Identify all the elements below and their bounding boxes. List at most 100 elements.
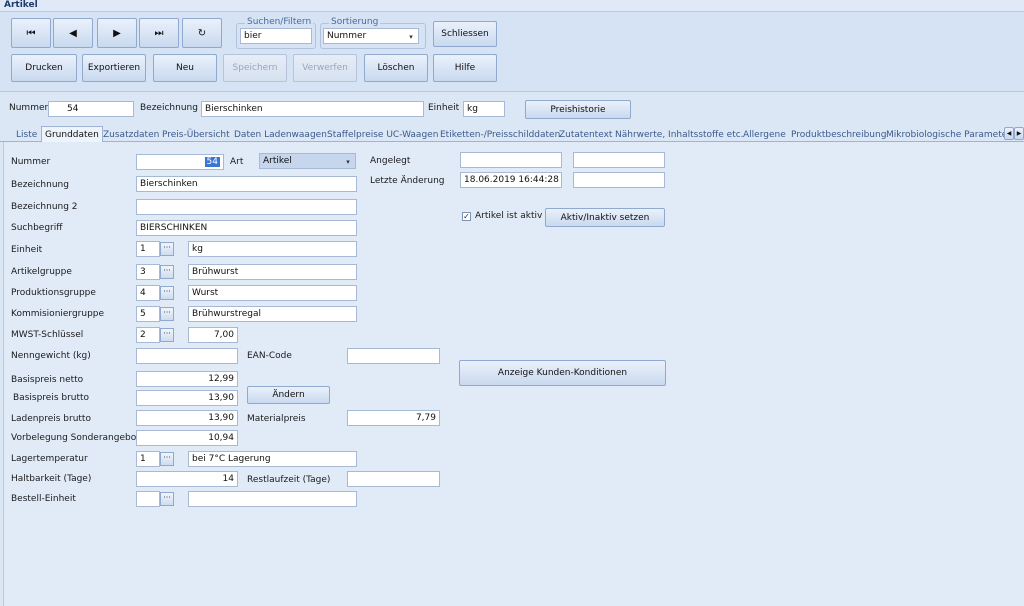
tab-liste[interactable]: Liste <box>13 127 40 142</box>
produktionsgruppe-label: Produktionsgruppe <box>11 288 96 298</box>
lagertemperatur-lookup-button[interactable]: ··· <box>160 452 174 466</box>
einheit-lookup-button[interactable]: ··· <box>160 242 174 256</box>
basispreis-netto-field[interactable]: 12,99 <box>136 371 238 387</box>
ladenpreis-brutto-field[interactable]: 13,90 <box>136 410 238 426</box>
bezeichnung2-field[interactable] <box>136 199 357 215</box>
bezeichnung2-label: Bezeichnung 2 <box>11 202 78 212</box>
aendern-button[interactable]: Ändern <box>247 386 330 404</box>
einheit-text-field[interactable]: kg <box>188 241 357 257</box>
art-label: Art <box>230 157 244 167</box>
previous-record-button[interactable]: ◀ <box>53 18 93 48</box>
tab-staffelpreise[interactable]: Staffelpreise UC-Waagen <box>324 127 441 142</box>
tab-produktbeschreibung[interactable]: Produktbeschreibung <box>788 127 889 142</box>
kommissioniergruppe-lookup-button[interactable]: ··· <box>160 307 174 321</box>
title-bar: Artikel <box>0 0 1024 12</box>
restlaufzeit-label: Restlaufzeit (Tage) <box>247 475 331 485</box>
tab-zusatzdaten[interactable]: Zusatzdaten <box>100 127 162 142</box>
bestell-einheit-text-field[interactable] <box>188 491 357 507</box>
print-button[interactable]: Drucken <box>11 54 77 82</box>
restlaufzeit-field[interactable] <box>347 471 440 487</box>
letzte-aenderung-field-1[interactable]: 18.06.2019 16:44:28 <box>460 172 562 188</box>
first-icon: ⏮ <box>26 27 36 39</box>
angelegt-field-2[interactable] <box>573 152 665 168</box>
help-button[interactable]: Hilfe <box>433 54 497 82</box>
tab-scroll-left-button[interactable]: ◀ <box>1004 127 1014 140</box>
lagertemperatur-code-field[interactable]: 1 <box>136 451 160 467</box>
delete-button[interactable]: Löschen <box>364 54 428 82</box>
bestell-einheit-lookup-button[interactable]: ··· <box>160 492 174 506</box>
art-select[interactable]: Artikel ▾ <box>259 153 356 169</box>
next-record-button[interactable]: ▶ <box>97 18 137 48</box>
mwst-lookup-button[interactable]: ··· <box>160 328 174 342</box>
artikelgruppe-code-field[interactable]: 3 <box>136 264 160 280</box>
produktionsgruppe-lookup-button[interactable]: ··· <box>160 286 174 300</box>
letzte-aenderung-label: Letzte Änderung <box>370 176 445 186</box>
artikelgruppe-lookup-button[interactable]: ··· <box>160 265 174 279</box>
bezeichnung-field[interactable]: Bierschinken <box>136 176 357 192</box>
tab-preis-uebersicht[interactable]: Preis-Übersicht <box>159 127 233 142</box>
header-bezeichnung-field[interactable]: Bierschinken <box>201 101 424 117</box>
header-einheit-field[interactable]: kg <box>463 101 505 117</box>
header-bezeichnung-label: Bezeichnung <box>140 103 198 113</box>
kommissioniergruppe-code-field[interactable]: 5 <box>136 306 160 322</box>
angelegt-field-1[interactable] <box>460 152 562 168</box>
vorbelegung-field[interactable]: 10,94 <box>136 430 238 446</box>
suchbegriff-label: Suchbegriff <box>11 223 63 233</box>
basispreis-brutto-label: Basispreis brutto <box>13 393 90 403</box>
haltbarkeit-field[interactable]: 14 <box>136 471 238 487</box>
aktiv-inaktiv-button[interactable]: Aktiv/Inaktiv setzen <box>545 208 665 227</box>
materialpreis-field[interactable]: 7,79 <box>347 410 440 426</box>
sort-select[interactable]: Nummer ▾ <box>323 28 419 44</box>
aktiv-checkbox[interactable]: ✓ <box>462 212 471 221</box>
search-group-title: Suchen/Filtern <box>245 17 314 27</box>
produktionsgruppe-text-field[interactable]: Wurst <box>188 285 357 301</box>
chevron-left-icon: ◀ <box>1006 130 1012 137</box>
basispreis-netto-label: Basispreis netto <box>11 375 84 385</box>
lagertemperatur-text-field[interactable]: bei 7°C Lagerung <box>188 451 357 467</box>
tab-grunddaten[interactable]: Grunddaten <box>41 126 103 143</box>
refresh-icon: ↻ <box>197 27 207 39</box>
tab-allergene[interactable]: Allergene <box>740 127 789 142</box>
aktiv-label: Artikel ist aktiv <box>475 211 543 221</box>
artikelgruppe-text-field[interactable]: Brühwurst <box>188 264 357 280</box>
produktionsgruppe-code-field[interactable]: 4 <box>136 285 160 301</box>
tab-naehrwerte[interactable]: Nährwerte, Inhaltsstoffe etc. <box>612 127 747 142</box>
einheit-code-field[interactable]: 1 <box>136 241 160 257</box>
chevron-down-icon: ▾ <box>346 158 350 166</box>
refresh-button[interactable]: ↻ <box>182 18 222 48</box>
bestell-einheit-code-field[interactable] <box>136 491 160 507</box>
nummer-field[interactable]: 54 <box>136 154 224 170</box>
suchbegriff-field[interactable]: BIERSCHINKEN <box>136 220 357 236</box>
close-button[interactable]: Schliessen <box>433 21 497 47</box>
angelegt-label: Angelegt <box>370 156 411 166</box>
kunden-konditionen-button[interactable]: Anzeige Kunden-Konditionen <box>459 360 666 386</box>
price-history-button[interactable]: Preishistorie <box>525 100 631 119</box>
discard-button[interactable]: Verwerfen <box>293 54 357 82</box>
last-record-button[interactable]: ⏭ <box>139 18 179 48</box>
new-button[interactable]: Neu <box>153 54 217 82</box>
kommissioniergruppe-label: Kommisioniergruppe <box>11 309 105 319</box>
first-record-button[interactable]: ⏮ <box>11 18 51 48</box>
tab-scroll-right-button[interactable]: ▶ <box>1014 127 1024 140</box>
search-input[interactable]: bier <box>240 28 312 44</box>
mwst-rate-field[interactable]: 7,00 <box>188 327 238 343</box>
tab-mikrobiologische-parameter[interactable]: Mikrobiologische Parameter <box>883 127 1004 142</box>
tab-etiketten[interactable]: Etiketten-/Preisschilddaten <box>437 127 563 142</box>
letzte-aenderung-field-2[interactable] <box>573 172 665 188</box>
basispreis-brutto-field[interactable]: 13,90 <box>136 390 238 406</box>
nenngewicht-field[interactable] <box>136 348 238 364</box>
header-nummer-field[interactable]: 54 <box>48 101 134 117</box>
previous-icon: ◀ <box>69 27 77 39</box>
mwst-code-field[interactable]: 2 <box>136 327 160 343</box>
haltbarkeit-label: Haltbarkeit (Tage) <box>11 474 92 484</box>
tab-daten-ladenwaagen[interactable]: Daten Ladenwaagen <box>231 127 330 142</box>
chevron-right-icon: ▶ <box>1016 130 1022 137</box>
sort-select-value: Nummer <box>327 31 367 41</box>
ean-field[interactable] <box>347 348 440 364</box>
tab-zutatentext[interactable]: Zutatentext <box>556 127 615 142</box>
ean-label: EAN-Code <box>247 351 292 361</box>
save-button[interactable]: Speichern <box>223 54 287 82</box>
kommissioniergruppe-text-field[interactable]: Brühwurstregal <box>188 306 357 322</box>
export-button[interactable]: Exportieren <box>82 54 146 82</box>
chevron-down-icon: ▾ <box>409 33 413 41</box>
